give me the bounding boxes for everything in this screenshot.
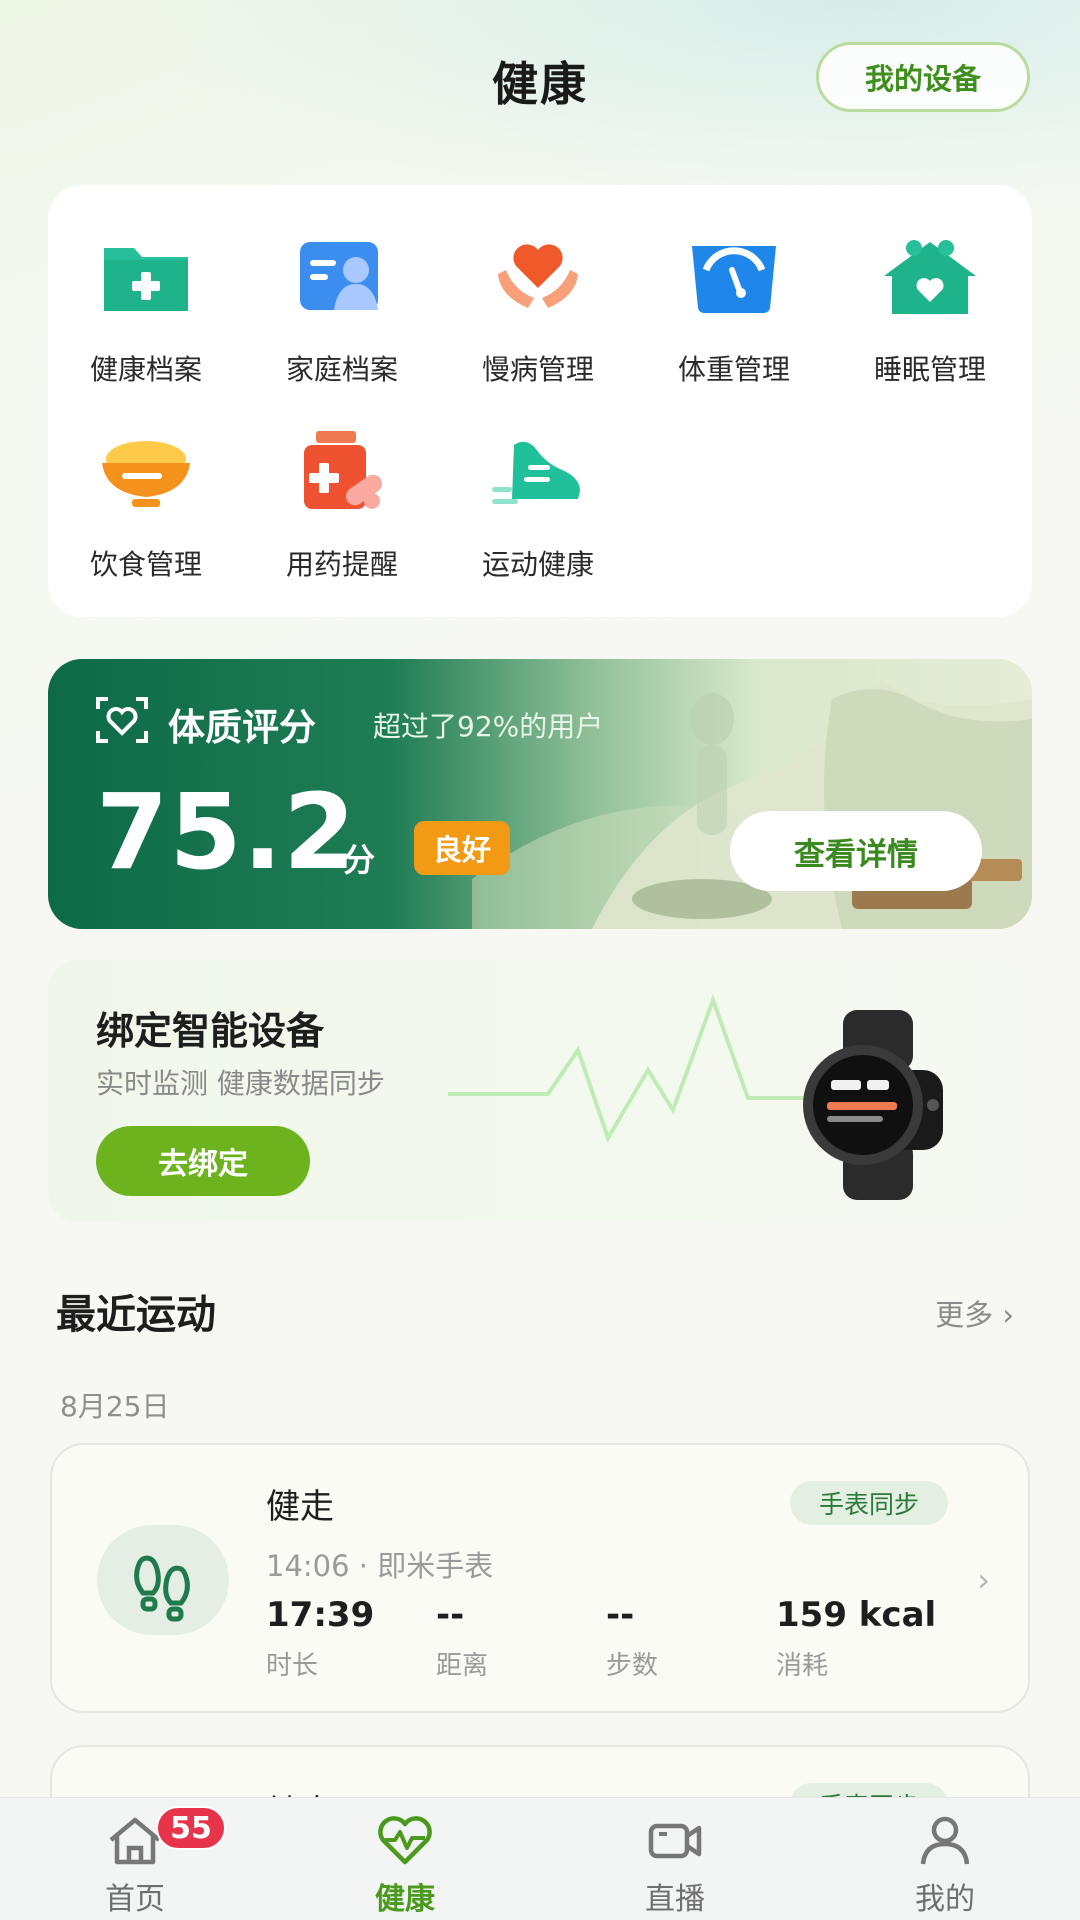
nav-label: 直播 xyxy=(645,1882,705,1917)
feature-weight[interactable]: 体重管理 xyxy=(636,185,832,386)
nav-item-live[interactable]: 直播 xyxy=(590,1798,760,1920)
feature-label: 饮食管理 xyxy=(89,548,202,581)
family-profile-icon xyxy=(300,242,378,310)
nav-item-home[interactable]: 55 首页 xyxy=(50,1798,226,1920)
heart-scan-icon xyxy=(96,697,148,743)
heart-hands-icon xyxy=(498,244,578,308)
medicine-bottle-icon xyxy=(304,431,383,509)
footprints-icon-wrap xyxy=(97,1525,229,1635)
nav-label: 首页 xyxy=(105,1882,165,1917)
running-shoe-icon xyxy=(492,441,580,504)
feature-label: 用药提醒 xyxy=(285,548,398,581)
constitution-score: 75.2 xyxy=(96,771,357,893)
feature-family-record[interactable]: 家庭档案 xyxy=(244,185,440,386)
stat-value: 17:39 xyxy=(266,1595,375,1635)
bind-device-title: 绑定智能设备 xyxy=(96,1009,325,1053)
smartwatch-image xyxy=(803,1010,943,1200)
chevron-right-icon: › xyxy=(977,1561,990,1599)
stat-label: 距离 xyxy=(436,1651,489,1681)
activity-card[interactable]: 健走 手表同步 14:06 · 即米手表 17:39 时长 -- 距离 -- 步… xyxy=(50,1443,1030,1713)
scale-icon xyxy=(692,246,776,314)
activity-name: 健走 xyxy=(266,1487,334,1527)
activity-date: 8月25日 xyxy=(60,1390,170,1423)
header: 健康 我的设备 xyxy=(0,0,1080,160)
notification-badge: 55 xyxy=(156,1806,226,1850)
feature-medicine[interactable]: 用药提醒 xyxy=(244,380,440,581)
stat-distance: -- 距离 xyxy=(436,1595,488,1682)
bind-button[interactable]: 去绑定 xyxy=(96,1126,310,1196)
my-devices-button[interactable]: 我的设备 xyxy=(816,42,1030,112)
constitution-score-banner[interactable]: 体质评分 超过了92%的用户 75.2 分 良好 查看详情 xyxy=(48,659,1032,929)
stat-value: -- xyxy=(436,1595,465,1635)
stat-label: 时长 xyxy=(266,1651,319,1681)
feature-label: 睡眠管理 xyxy=(873,353,986,386)
bowl-icon xyxy=(102,441,190,507)
feature-exercise[interactable]: 运动健康 xyxy=(440,380,636,581)
feature-health-record[interactable]: 健康档案 xyxy=(48,185,244,386)
watch-sync-badge: 手表同步 xyxy=(790,1481,948,1525)
constitution-level-badge: 良好 xyxy=(414,821,510,875)
feature-chronic-disease[interactable]: 慢病管理 xyxy=(440,185,636,386)
bottom-navigation: 55 首页 健康 直播 我的 xyxy=(0,1797,1080,1920)
footprints-icon xyxy=(134,1555,190,1622)
stat-label: 步数 xyxy=(606,1651,659,1681)
recent-exercise-title: 最近运动 xyxy=(56,1292,216,1338)
constitution-unit: 分 xyxy=(343,841,376,879)
more-link[interactable]: 更多 › xyxy=(935,1292,1014,1334)
constitution-subtitle: 超过了92%的用户 xyxy=(373,710,604,743)
stat-duration: 17:39 时长 xyxy=(266,1595,374,1682)
heart-pulse-icon xyxy=(378,1816,432,1865)
feature-sleep[interactable]: 睡眠管理 xyxy=(832,185,1028,386)
video-camera-icon xyxy=(648,1823,702,1859)
stat-steps: -- 步数 xyxy=(606,1595,658,1682)
bind-device-card: 绑定智能设备 实时监测 健康数据同步 去绑定 xyxy=(48,960,1032,1222)
activity-meta: 14:06 · 即米手表 xyxy=(266,1549,494,1583)
feature-diet[interactable]: 饮食管理 xyxy=(48,380,244,581)
feature-label: 运动健康 xyxy=(481,548,594,581)
home-icon xyxy=(109,1817,161,1865)
stat-value: -- xyxy=(606,1595,635,1635)
nav-label: 我的 xyxy=(915,1882,975,1917)
view-details-button[interactable]: 查看详情 xyxy=(730,811,982,891)
stat-value: 159 kcal xyxy=(776,1595,937,1635)
nav-item-me[interactable]: 我的 xyxy=(860,1798,1030,1920)
stat-label: 消耗 xyxy=(776,1651,829,1681)
nav-item-health[interactable]: 健康 xyxy=(320,1798,490,1920)
house-heart-icon xyxy=(884,240,976,314)
bind-device-subtitle: 实时监测 健康数据同步 xyxy=(96,1067,385,1100)
nav-label: 健康 xyxy=(375,1882,435,1917)
feature-label: 体重管理 xyxy=(677,353,790,386)
constitution-title: 体质评分 xyxy=(168,706,316,749)
stat-calories: 159 kcal 消耗 xyxy=(776,1595,936,1682)
person-icon xyxy=(920,1816,970,1865)
features-card: 健康档案 家庭档案 慢病管理 体重管理 睡眠管理 饮食管理 用药提醒 运动健康 xyxy=(48,185,1032,617)
folder-plus-icon xyxy=(104,248,188,311)
